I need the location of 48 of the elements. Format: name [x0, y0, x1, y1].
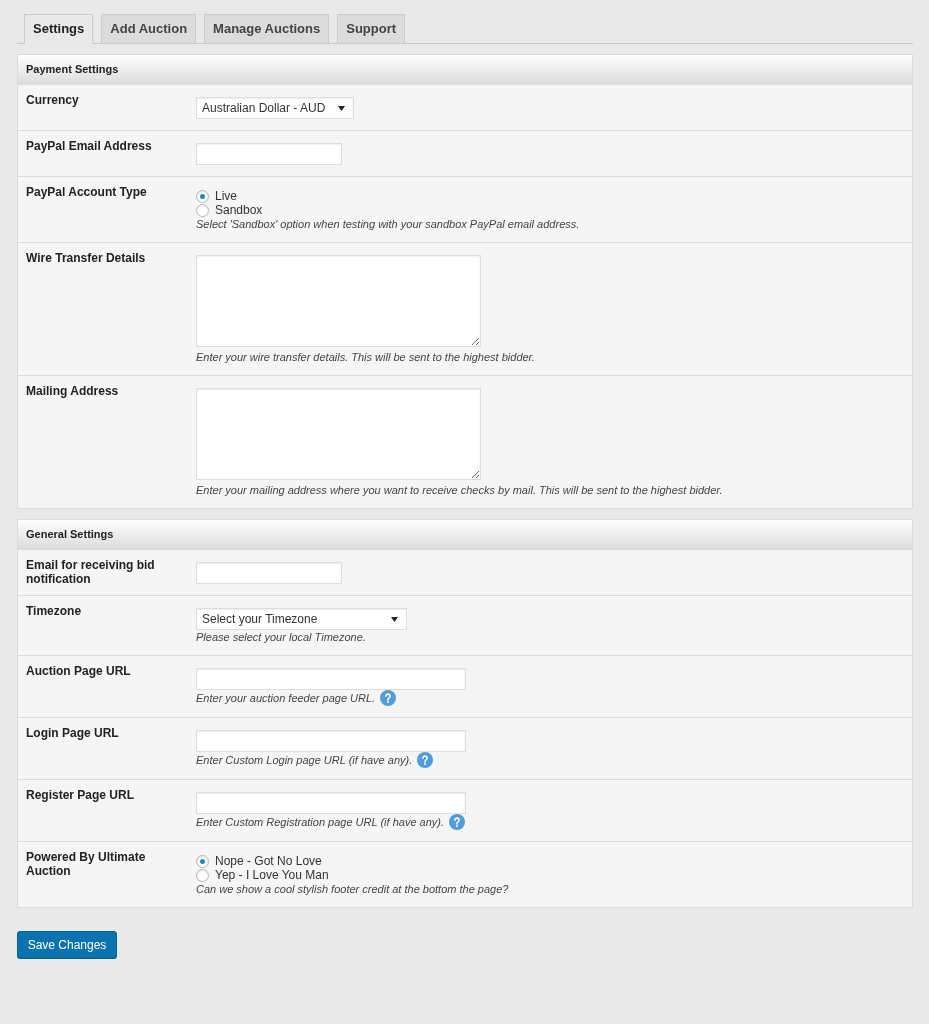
caret-icon — [338, 105, 345, 111]
help-icon — [380, 690, 397, 706]
field-label: Mailing Address — [25, 383, 120, 400]
save-button[interactable]: Save Changes — [17, 931, 117, 958]
help-text: Can we show a cool stylish footer credit at the bottom the page? — [196, 882, 509, 896]
radio-button[interactable] — [196, 203, 209, 217]
text-field[interactable] — [196, 143, 342, 165]
field-label: Wire Transfer Details — [25, 250, 147, 267]
field-label: Login Page URL — [25, 725, 120, 742]
section-header: General Settings — [18, 520, 912, 550]
help-text: Enter Custom Registration page URL (if have any). — [196, 815, 445, 829]
tab[interactable]: Manage Auctions — [204, 14, 330, 44]
help-text: Enter Custom Login page URL (if have any). — [196, 753, 413, 767]
text-field[interactable] — [196, 562, 342, 584]
radio-button[interactable] — [196, 854, 209, 868]
caret-icon — [391, 616, 398, 622]
option-label[interactable]: Nope - Got No Love — [215, 854, 322, 868]
dropdown[interactable]: Select your Timezone — [196, 608, 407, 630]
help-text: Please select your local Timezone. — [196, 630, 366, 644]
dropdown[interactable]: Australian Dollar - AUD — [196, 97, 354, 119]
tab[interactable]: Support — [337, 14, 406, 44]
field-label: Timezone — [25, 603, 83, 620]
option-label[interactable]: Yep - I Love You Man — [215, 868, 329, 882]
radio-button[interactable] — [196, 868, 209, 882]
help-text: Select 'Sandbox' option when testing with your sandbox PayPal email address. — [196, 217, 580, 231]
url-field[interactable] — [196, 668, 466, 690]
field-label: Powered By Ultimate Auction — [25, 849, 147, 880]
tab[interactable]: Settings — [24, 14, 94, 44]
field-label: PayPal Email Address — [25, 138, 153, 155]
help-icon — [417, 752, 434, 768]
field-label: Register Page URL — [25, 787, 136, 804]
tab[interactable]: Add Auction — [101, 14, 197, 44]
help-text: Enter your mailing address where you want to receive checks by mail. This will be sent to the highest bidder. — [196, 483, 723, 497]
section-header: Payment Settings — [18, 55, 912, 85]
help-text: Enter your auction feeder page URL. — [196, 691, 376, 705]
field-label: PayPal Account Type — [25, 184, 148, 201]
field-label: Currency — [25, 92, 80, 109]
field-label: Auction Page URL — [25, 663, 132, 680]
option-label[interactable]: Live — [215, 189, 237, 203]
textarea-field[interactable] — [196, 388, 481, 480]
option-label[interactable]: Sandbox — [215, 203, 263, 217]
help-icon — [449, 814, 466, 830]
field-label: Email for receiving bid notification — [25, 557, 156, 588]
textarea-field[interactable] — [196, 255, 481, 347]
url-field[interactable] — [196, 730, 466, 752]
help-text: Enter your wire transfer details. This will be sent to the highest bidder. — [196, 350, 535, 364]
url-field[interactable] — [196, 792, 466, 814]
radio-button[interactable] — [196, 189, 209, 203]
